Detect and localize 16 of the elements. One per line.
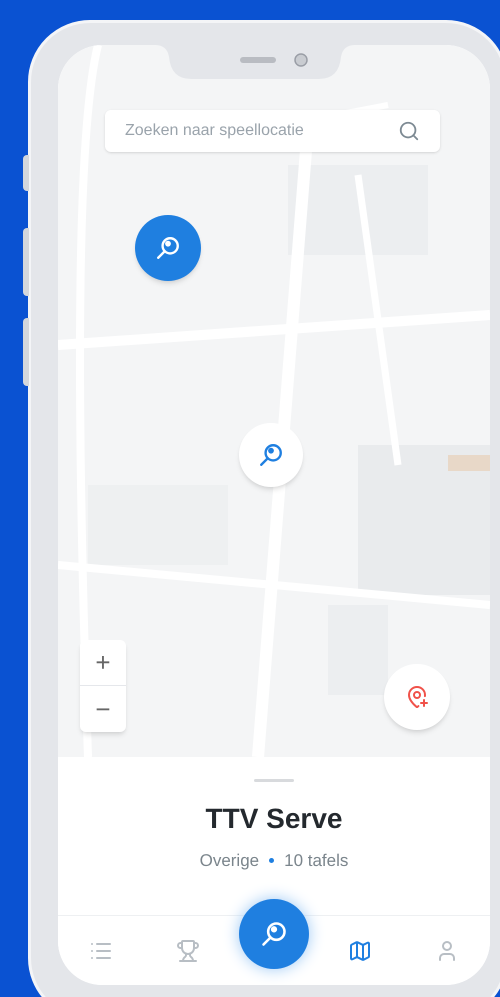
search-field[interactable]: Zoeken naar speellocatie [125,119,398,143]
pin-plus-icon [405,685,429,709]
search-bar[interactable]: Zoeken naar speellocatie [105,110,440,152]
table-count: 10 tafels [284,850,348,872]
zoom-out-button[interactable]: − [80,686,126,732]
zoom-in-button[interactable]: + [80,640,126,686]
location-title: TTV Serve [206,802,342,836]
map-icon [348,938,372,962]
center-action-button[interactable] [238,898,309,968]
drag-handle [254,779,294,782]
paddle-icon [258,442,284,468]
paddle-icon [260,920,288,948]
paddle-icon [155,235,181,261]
location-category: Overige [200,850,260,872]
trophy-icon [176,938,200,962]
search-icon [398,120,420,142]
